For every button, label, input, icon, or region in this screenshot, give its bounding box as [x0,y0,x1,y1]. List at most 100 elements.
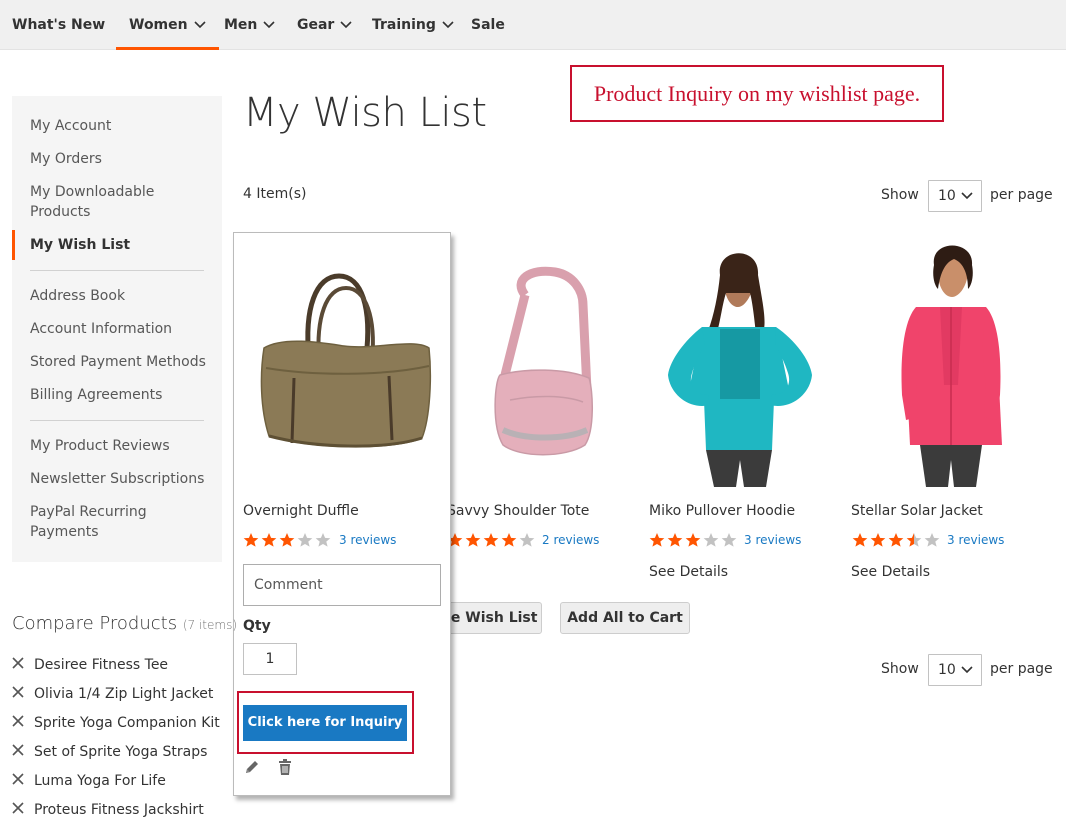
compare-item: Olivia 1/4 Zip Light Jacket [12,686,213,702]
trash-icon[interactable] [276,758,296,778]
account-sidebar: My Account My Orders My Downloadable Pro… [12,96,222,562]
close-icon[interactable] [12,715,26,731]
sidebar-item-newsletter-subscriptions[interactable]: Newsletter Subscriptions [30,469,204,489]
reviews-link[interactable]: 3 reviews [947,533,1004,547]
page-title: My Wish List [243,90,487,136]
product-name-savvy-shoulder-tote[interactable]: Savvy Shoulder Tote [447,503,589,519]
nav-sale[interactable]: Sale [471,0,505,50]
compare-item: Desiree Fitness Tee [12,657,168,673]
star-icon [482,532,500,548]
star-icon [702,532,720,548]
product-image-overnight-duffle[interactable] [254,268,434,468]
annotation-callout: Product Inquiry on my wishlist page. [570,65,944,122]
nav-women[interactable]: Women [116,0,219,50]
star-icon [851,532,869,548]
compare-item: Set of Sprite Yoga Straps [12,744,207,760]
star-icon [684,532,702,548]
compare-item-link[interactable]: Sprite Yoga Companion Kit [34,715,220,731]
compare-count: (7 items) [182,618,238,632]
add-all-to-cart-button[interactable]: Add All to Cart [560,602,690,634]
nav-whats-new[interactable]: What's New [12,0,105,50]
inquiry-button[interactable]: Click here for Inquiry [243,705,407,741]
chevron-down-icon [442,0,454,50]
sidebar-item-billing-agreements[interactable]: Billing Agreements [30,385,162,405]
rating-stars [648,532,738,548]
sidebar-item-stored-payment-methods[interactable]: Stored Payment Methods [30,352,206,372]
limit-select[interactable]: 10 [928,654,982,686]
comment-field[interactable]: Comment [243,564,441,606]
sidebar-item-my-orders[interactable]: My Orders [30,149,102,169]
star-icon [518,532,536,548]
edit-icon[interactable] [243,758,263,778]
show-label: Show [881,187,919,203]
close-icon[interactable] [12,773,26,789]
compare-item-link[interactable]: Proteus Fitness Jackshirt [34,802,204,818]
star-icon [260,532,278,548]
limit-select[interactable]: 10 [928,180,982,212]
compare-title: Compare Products (7 items) [12,613,238,634]
star-icon [905,532,923,548]
product-name-stellar-solar-jacket[interactable]: Stellar Solar Jacket [851,503,983,519]
compare-item-link[interactable]: Olivia 1/4 Zip Light Jacket [34,686,213,702]
sidebar-active-indicator [12,230,15,260]
chevron-down-icon [194,0,206,50]
star-icon [666,532,684,548]
nav-gear[interactable]: Gear [297,0,352,50]
star-icon [242,532,260,548]
sidebar-item-my-wish-list: My Wish List [30,237,131,253]
compare-item-link[interactable]: Luma Yoga For Life [34,773,166,789]
sidebar-item-paypal-recurring-payments[interactable]: PayPal Recurring Payments [30,502,190,542]
sidebar-divider [30,270,204,271]
compare-item-link[interactable]: Set of Sprite Yoga Straps [34,744,207,760]
star-icon [296,532,314,548]
compare-item: Proteus Fitness Jackshirt [12,802,204,818]
star-icon [278,532,296,548]
per-page-label: per page [990,187,1053,203]
product-name-overnight-duffle[interactable]: Overnight Duffle [243,503,359,519]
chevron-down-icon [340,0,352,50]
product-name-miko-pullover-hoodie[interactable]: Miko Pullover Hoodie [649,503,795,519]
sidebar-item-account-information[interactable]: Account Information [30,319,172,339]
chevron-down-icon [263,0,275,50]
sidebar-item-my-product-reviews[interactable]: My Product Reviews [30,436,170,456]
rating-stars [851,532,941,548]
compare-item-link[interactable]: Desiree Fitness Tee [34,657,168,673]
product-image-savvy-shoulder-tote[interactable] [455,250,635,485]
star-icon [314,532,332,548]
item-count: 4 Item(s) [243,186,307,202]
sidebar-item-my-downloadable-products[interactable]: My Downloadable Products [30,182,190,222]
top-navigation: What's New Women Men Gear Training Sale [0,0,1066,50]
star-icon [464,532,482,548]
reviews-link[interactable]: 3 reviews [744,533,801,547]
sidebar-item-my-account[interactable]: My Account [30,116,111,136]
reviews-link[interactable]: 2 reviews [542,533,599,547]
nav-men[interactable]: Men [224,0,275,50]
reviews-link[interactable]: 3 reviews [339,533,396,547]
close-icon[interactable] [12,686,26,702]
star-icon [648,532,666,548]
compare-item: Sprite Yoga Companion Kit [12,715,220,731]
close-icon[interactable] [12,744,26,760]
star-icon [500,532,518,548]
product-image-stellar-solar-jacket[interactable] [866,245,1036,487]
nav-training[interactable]: Training [372,0,454,50]
qty-input[interactable]: 1 [243,643,297,675]
per-page-label: per page [990,661,1053,677]
close-icon[interactable] [12,802,26,818]
chevron-down-icon [961,181,973,222]
close-icon[interactable] [12,657,26,673]
star-icon [869,532,887,548]
product-card-overnight-duffle: Overnight Duffle 3 reviews Comment Qty 1… [233,232,451,796]
sidebar-item-address-book[interactable]: Address Book [30,286,125,306]
chevron-down-icon [961,655,973,696]
sidebar-divider [30,420,204,421]
see-details-link[interactable]: See Details [649,564,728,580]
rating-stars [446,532,536,548]
product-image-miko-pullover-hoodie[interactable] [650,245,830,487]
see-details-link[interactable]: See Details [851,564,930,580]
star-icon [887,532,905,548]
show-label: Show [881,661,919,677]
star-icon [923,532,941,548]
rating-stars [242,532,332,548]
qty-label: Qty [243,618,271,634]
